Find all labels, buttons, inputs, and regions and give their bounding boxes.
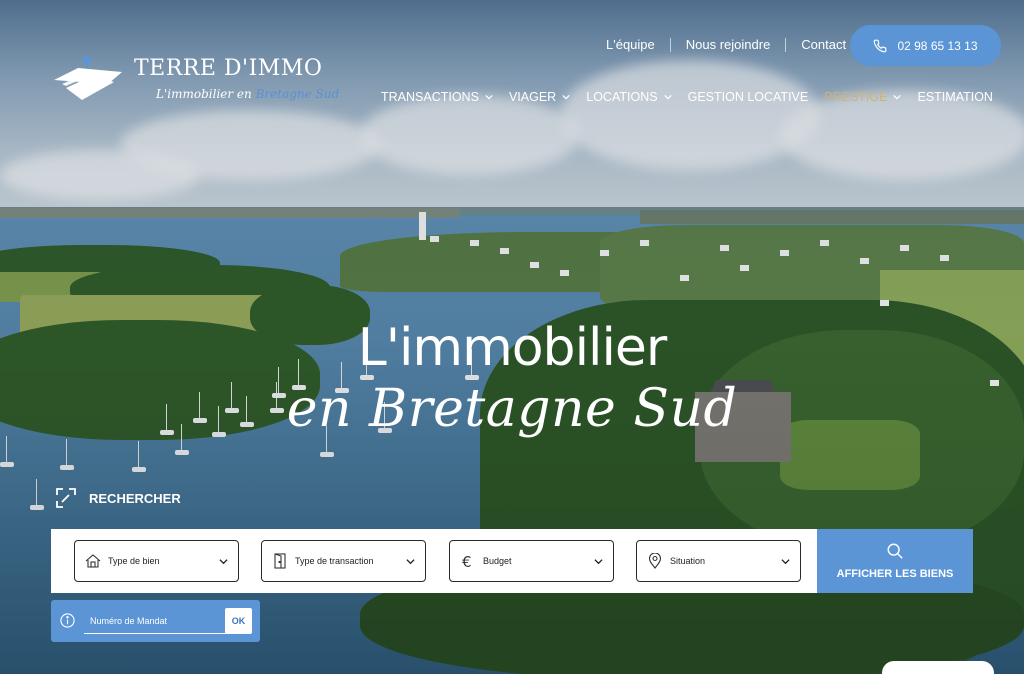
phone-number: 02 98 65 13 13 [897, 38, 978, 53]
euro-icon: € [462, 553, 472, 569]
hero-title-line1: L'immobilier [357, 318, 668, 378]
top-links: L'équipe Nous rejoindre Contact [606, 38, 861, 52]
phone-button[interactable]: 02 98 65 13 13 [850, 25, 1001, 66]
show-properties-label: AFFICHER LES BIENS [836, 568, 954, 580]
search-panel: Type de bien Type de transaction € Budge… [51, 529, 973, 593]
brand-name: TERRE D'IMMO [134, 56, 323, 81]
top-link-join[interactable]: Nous rejoindre [671, 38, 787, 52]
phone-icon [874, 39, 887, 52]
mandate-ok-button[interactable]: OK [225, 608, 252, 634]
chevron-down-icon [594, 558, 603, 564]
door-icon [274, 553, 286, 569]
select-transaction-type[interactable]: Type de transaction [261, 540, 426, 582]
nav-estimation[interactable]: ESTIMATION [918, 90, 993, 104]
select-property-type-label: Type de bien [108, 556, 160, 566]
select-property-type[interactable]: Type de bien [74, 540, 239, 582]
mandate-search-box: OK [51, 600, 260, 642]
info-icon [60, 613, 75, 628]
chevron-down-icon [781, 558, 790, 564]
house-roof-pin-logo-icon [54, 56, 122, 100]
main-nav: TRANSACTIONS VIAGER LOCATIONS GESTION LO… [381, 90, 993, 104]
chevron-down-icon [219, 558, 228, 564]
chevron-down-icon [562, 94, 570, 100]
chevron-down-icon [663, 94, 672, 100]
top-link-team[interactable]: L'équipe [606, 38, 671, 52]
select-location[interactable]: Situation [636, 540, 801, 582]
show-properties-button[interactable]: AFFICHER LES BIENS [817, 529, 973, 593]
chat-widget-tab[interactable] [882, 661, 994, 674]
nav-viager[interactable]: VIAGER [509, 90, 570, 104]
chevron-down-icon [893, 94, 902, 100]
select-budget[interactable]: € Budget [449, 540, 614, 582]
chevron-down-icon [406, 558, 415, 564]
brand-tagline: L'immobilier en Bretagne Sud [156, 87, 340, 101]
nav-transactions[interactable]: TRANSACTIONS [381, 90, 493, 104]
select-location-label: Situation [670, 556, 706, 566]
svg-text:€: € [462, 553, 472, 569]
mandate-number-input[interactable] [84, 608, 236, 634]
brand-logo[interactable]: TERRE D'IMMO L'immobilier en Bretagne Su… [52, 50, 342, 110]
search-title: RECHERCHER [89, 490, 181, 506]
nav-gestion-locative[interactable]: GESTION LOCATIVE [688, 90, 809, 104]
select-budget-label: Budget [483, 556, 512, 566]
expand-corners-icon [56, 488, 76, 508]
chevron-down-icon [485, 94, 493, 100]
hero-title-line2: en Bretagne Sud [286, 379, 738, 439]
nav-locations[interactable]: LOCATIONS [586, 90, 672, 104]
select-transaction-type-label: Type de transaction [295, 556, 374, 566]
search-heading: RECHERCHER [55, 487, 181, 509]
search-icon [887, 543, 903, 559]
nav-prestige[interactable]: PRESTIGE [824, 90, 902, 104]
house-icon [85, 554, 101, 568]
map-pin-icon [648, 553, 662, 569]
